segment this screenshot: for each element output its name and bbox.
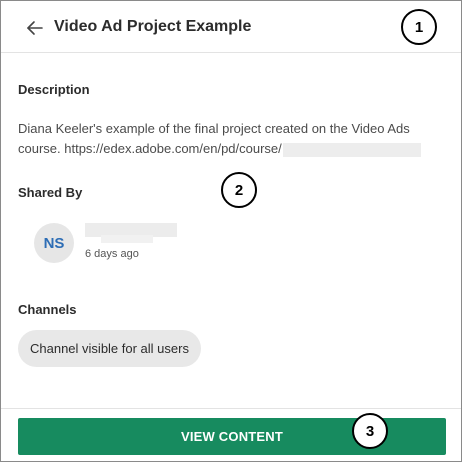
channels-label: Channels [18, 302, 77, 317]
channel-chip[interactable]: Channel visible for all users [18, 330, 201, 367]
callout-marker-1: 1 [401, 9, 437, 45]
content-detail-panel: Video Ad Project Example Description Dia… [0, 0, 462, 462]
page-title: Video Ad Project Example [54, 18, 252, 35]
redacted-url-segment [282, 142, 421, 157]
description-url[interactable]: course. https://edex.adobe.com/en/pd/cou… [18, 141, 282, 156]
description-text: Diana Keeler's example of the final proj… [18, 119, 448, 159]
redacted-user-name-secondary [101, 235, 153, 243]
description-line-2: course. https://edex.adobe.com/en/pd/cou… [18, 139, 448, 159]
shared-by-label: Shared By [18, 185, 83, 200]
panel-header: Video Ad Project Example [1, 1, 461, 53]
arrow-left-icon[interactable] [25, 18, 45, 38]
description-label: Description [18, 82, 90, 97]
callout-marker-2: 2 [221, 172, 257, 208]
description-line-1: Diana Keeler's example of the final proj… [18, 121, 410, 136]
callout-marker-3: 3 [352, 413, 388, 449]
shared-timestamp: 6 days ago [85, 248, 139, 260]
avatar: NS [34, 223, 74, 263]
